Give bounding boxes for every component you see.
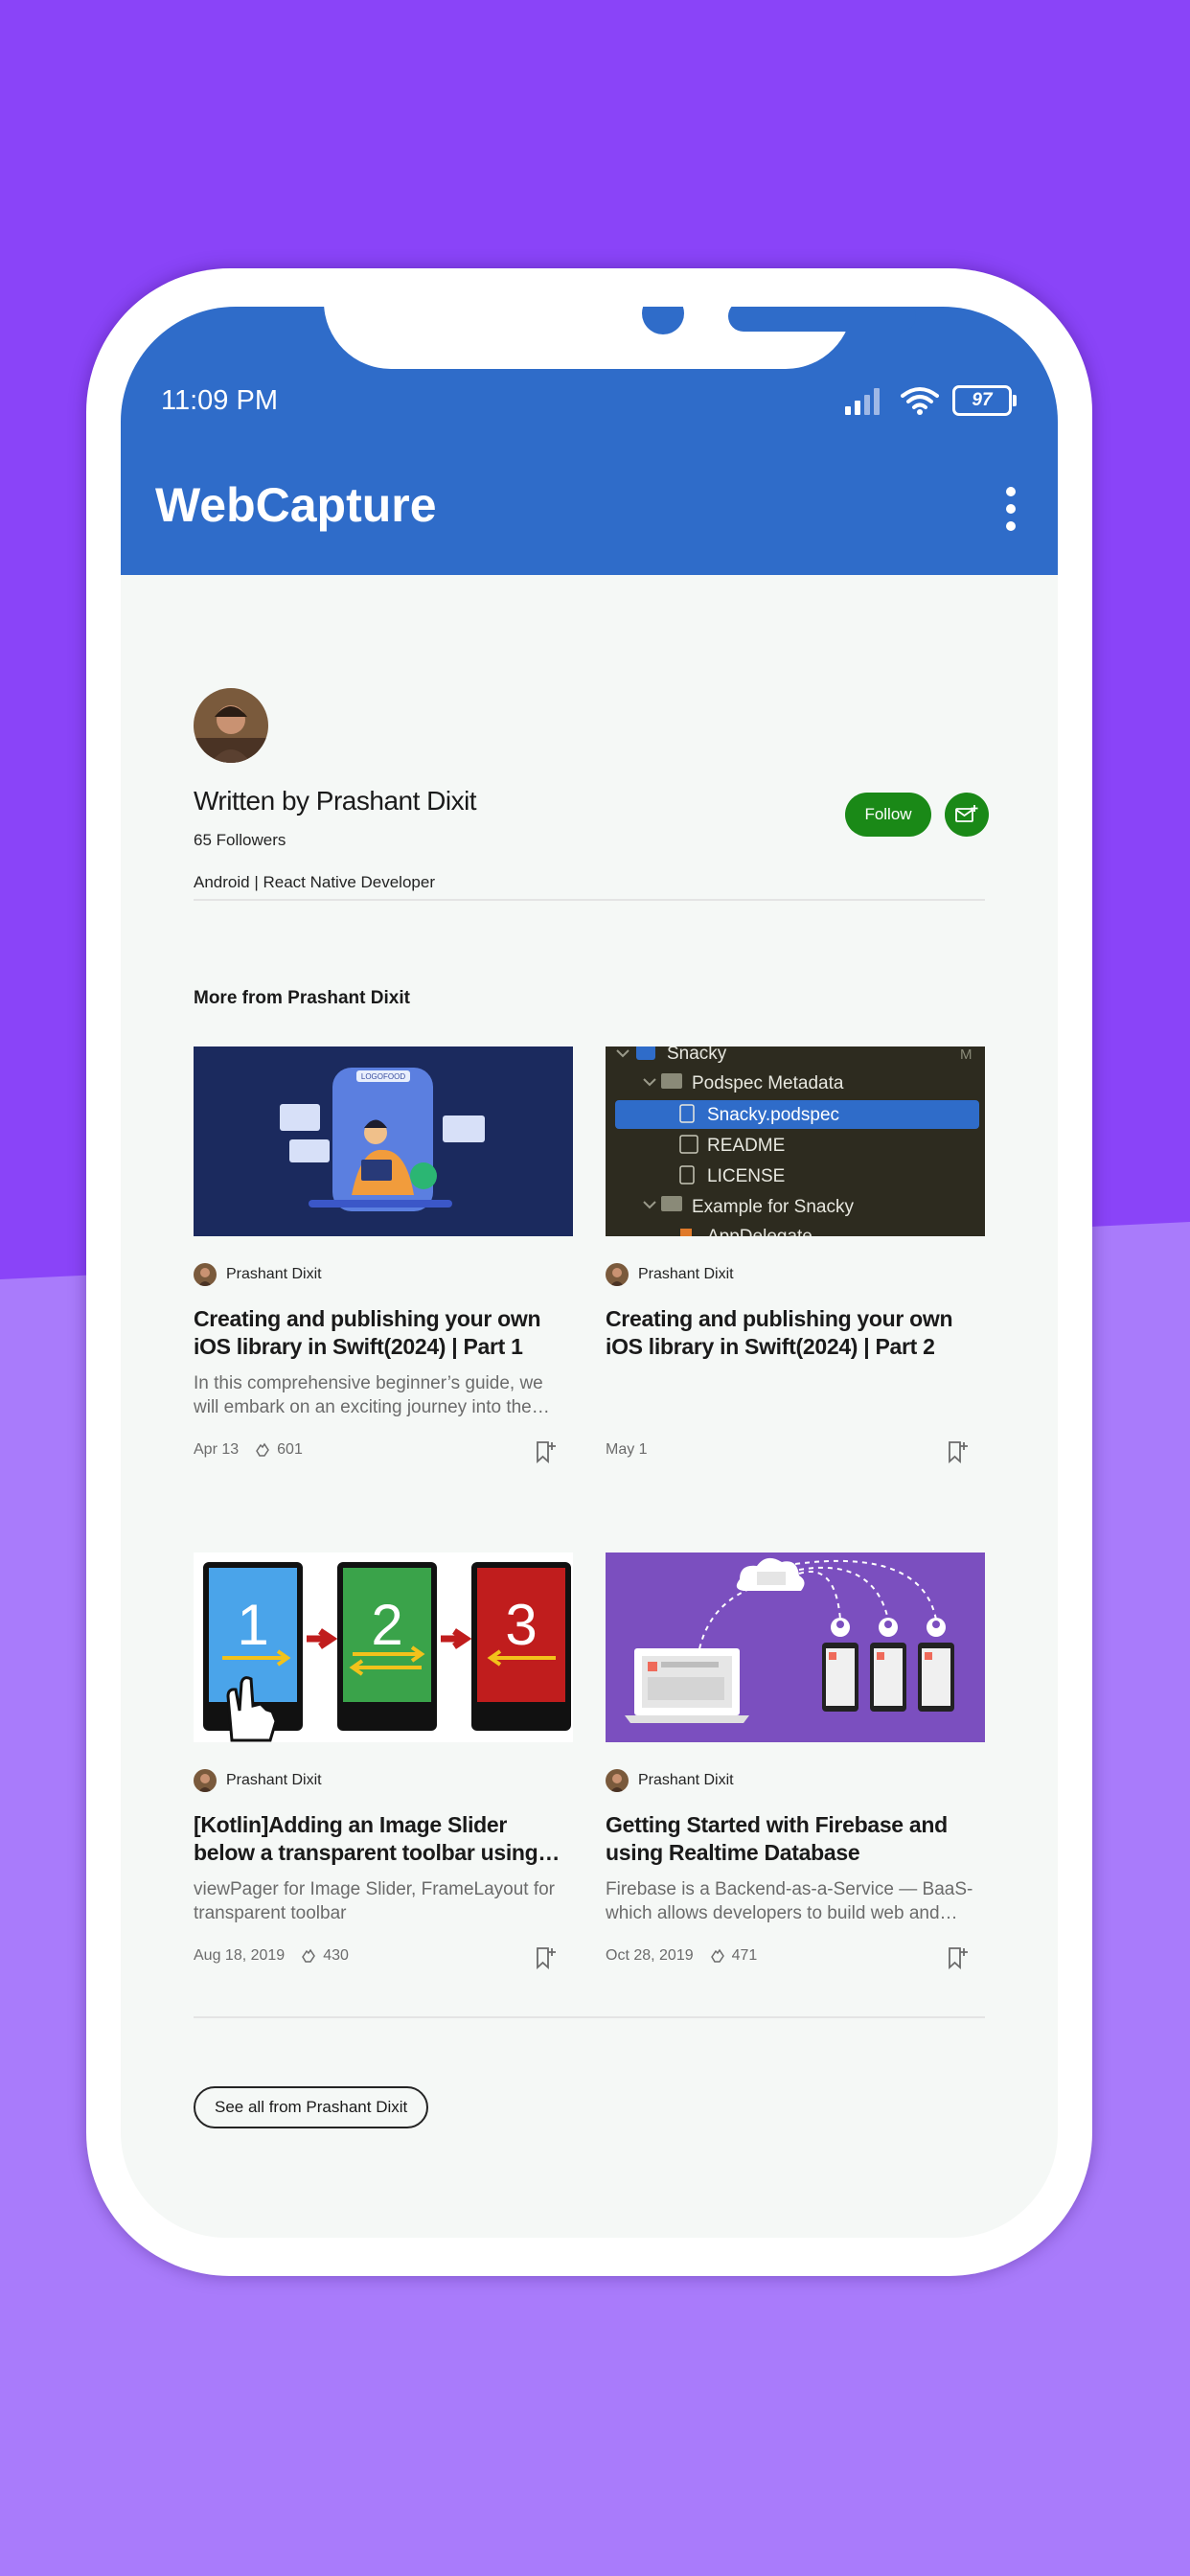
divider xyxy=(194,899,985,901)
app-title: WebCapture xyxy=(155,478,437,532)
signal-icon xyxy=(845,388,880,415)
slide-number: 3 xyxy=(505,1593,537,1657)
article-date: May 1 xyxy=(606,1441,648,1458)
thumb-badge: M xyxy=(960,1046,973,1063)
clap-icon xyxy=(302,1948,316,1963)
article-subtitle: viewPager for Image Slider, FrameLayout … xyxy=(194,1879,556,1923)
article-thumbnail xyxy=(606,1552,985,1742)
app-bar: 11:09 PM 97 WebCapture xyxy=(121,307,1058,575)
thumb-tree-item: Podspec Metadata xyxy=(692,1073,844,1093)
article-author[interactable]: Prashant Dixit xyxy=(194,1769,322,1792)
thumb-tree-item: Snacky.podspec xyxy=(707,1105,839,1125)
author-mini-avatar xyxy=(606,1263,629,1286)
front-camera xyxy=(642,307,684,334)
clap-count: 601 xyxy=(254,1441,303,1459)
notch xyxy=(324,307,916,369)
article-meta: May 1 xyxy=(606,1441,648,1459)
article-title[interactable]: Creating and publishing your own iOS lib… xyxy=(606,1305,985,1361)
author-bio: Android | React Native Developer xyxy=(194,873,435,891)
thumb-tree-item: LICENSE xyxy=(707,1166,785,1186)
author-mini-avatar xyxy=(194,1769,217,1792)
overflow-menu-icon[interactable] xyxy=(1006,487,1016,531)
subscribe-button[interactable] xyxy=(945,793,989,837)
article-subtitle: Firebase is a Backend-as-a-Service — Baa… xyxy=(606,1879,973,1923)
article-meta: Aug 18, 2019 430 xyxy=(194,1947,349,1965)
article-title[interactable]: Creating and publishing your own iOS lib… xyxy=(194,1305,573,1361)
article-author[interactable]: Prashant Dixit xyxy=(606,1263,734,1286)
speaker xyxy=(728,307,916,332)
article-subtitle: In this comprehensive beginner’s guide, … xyxy=(194,1373,550,1417)
article-date: Oct 28, 2019 xyxy=(606,1947,694,1964)
status-icons: 97 xyxy=(845,385,1017,416)
clap-count: 471 xyxy=(709,1947,757,1965)
phone-frame: 11:09 PM 97 WebCapture Written by Prasha… xyxy=(86,268,1092,2276)
thumb-tree-item: README xyxy=(707,1136,785,1156)
author-mini-avatar xyxy=(194,1263,217,1286)
author-mini-avatar xyxy=(606,1769,629,1792)
article-author[interactable]: Prashant Dixit xyxy=(606,1769,734,1792)
article-thumbnail: M Snacky Podspec Metadata Snacky.podspec… xyxy=(606,1046,985,1236)
followers-count[interactable]: 65 Followers xyxy=(194,831,286,850)
bookmark-icon[interactable] xyxy=(946,1945,969,1970)
wifi-icon xyxy=(901,387,939,415)
screen: 11:09 PM 97 WebCapture Written by Prasha… xyxy=(121,307,1058,2238)
author-avatar[interactable] xyxy=(194,688,268,763)
clap-icon xyxy=(710,1948,724,1963)
slide-number: 2 xyxy=(371,1593,402,1657)
article-meta: Oct 28, 2019 471 xyxy=(606,1947,757,1965)
article-title[interactable]: [Kotlin]Adding an Image Slider below a t… xyxy=(194,1811,573,1867)
slide-number: 1 xyxy=(237,1593,268,1657)
thumb-logo-text: LOGOFOOD xyxy=(361,1072,405,1081)
article-date: Aug 18, 2019 xyxy=(194,1947,286,1964)
author-heading: Written by Prashant Dixit xyxy=(194,786,477,816)
article-title[interactable]: Getting Started with Firebase and using … xyxy=(606,1811,985,1867)
divider xyxy=(194,2016,985,2018)
article-author-name: Prashant Dixit xyxy=(638,1772,734,1788)
article-author-name: Prashant Dixit xyxy=(638,1266,734,1282)
bookmark-icon[interactable] xyxy=(534,1945,557,1970)
battery-indicator: 97 xyxy=(952,385,1017,416)
thumb-tree-item: AppDelegate xyxy=(707,1227,812,1236)
article-author-name: Prashant Dixit xyxy=(226,1772,322,1788)
mail-plus-icon xyxy=(955,805,978,822)
article-date: Apr 13 xyxy=(194,1441,240,1458)
article-thumbnail: LOGOFOOD xyxy=(194,1046,573,1236)
article-thumbnail: 1 2 3 xyxy=(194,1552,573,1742)
clap-icon xyxy=(256,1442,270,1457)
clap-count: 430 xyxy=(300,1947,349,1965)
more-from-heading: More from Prashant Dixit xyxy=(194,988,410,1008)
follow-button[interactable]: Follow xyxy=(845,793,931,837)
status-time: 11:09 PM xyxy=(161,385,278,416)
see-all-button[interactable]: See all from Prashant Dixit xyxy=(194,2086,429,2128)
thumb-tree-item: Snacky xyxy=(667,1046,727,1064)
bookmark-icon[interactable] xyxy=(534,1439,557,1464)
article-author-name: Prashant Dixit xyxy=(226,1266,322,1282)
bookmark-icon[interactable] xyxy=(946,1439,969,1464)
thumb-tree-item: Example for Snacky xyxy=(692,1197,854,1217)
article-meta: Apr 13 601 xyxy=(194,1441,303,1459)
article-author[interactable]: Prashant Dixit xyxy=(194,1263,322,1286)
